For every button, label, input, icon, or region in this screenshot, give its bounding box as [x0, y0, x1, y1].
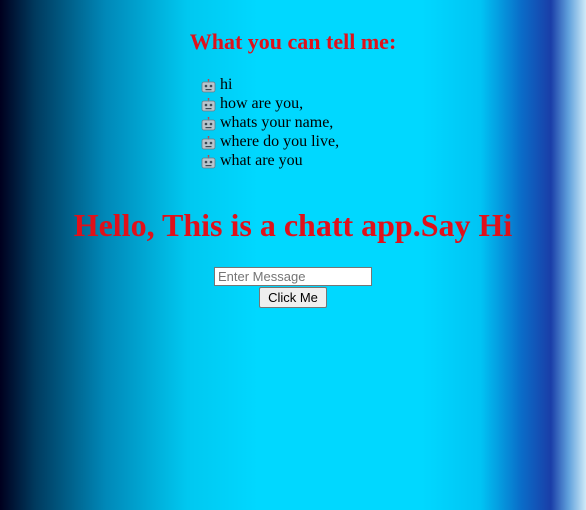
suggestion-item: what are you	[201, 151, 339, 170]
message-input[interactable]	[214, 267, 372, 286]
suggestion-item: how are you,	[201, 94, 339, 113]
suggestion-text: how are you,	[220, 95, 304, 112]
robot-face-icon	[201, 154, 216, 169]
robot-face-icon	[201, 116, 216, 131]
suggestions-list: hi how are you, whats your name, where d…	[201, 75, 339, 170]
suggestion-text: where do you live,	[220, 133, 340, 150]
robot-face-icon	[201, 135, 216, 150]
suggestion-text: what are you	[220, 152, 303, 169]
greeting-title: Hello, This is a chatt app.Say Hi	[73, 207, 513, 243]
suggestion-text: whats your name,	[220, 114, 334, 131]
robot-face-icon	[201, 78, 216, 93]
click-me-button[interactable]: Click Me	[259, 287, 327, 308]
suggestion-item: hi	[201, 75, 339, 94]
suggestion-item: whats your name,	[201, 113, 339, 132]
suggestions-heading: What you can tell me:	[189, 29, 397, 54]
robot-face-icon	[201, 97, 216, 112]
suggestion-text: hi	[220, 76, 233, 93]
suggestion-item: where do you live,	[201, 132, 339, 151]
